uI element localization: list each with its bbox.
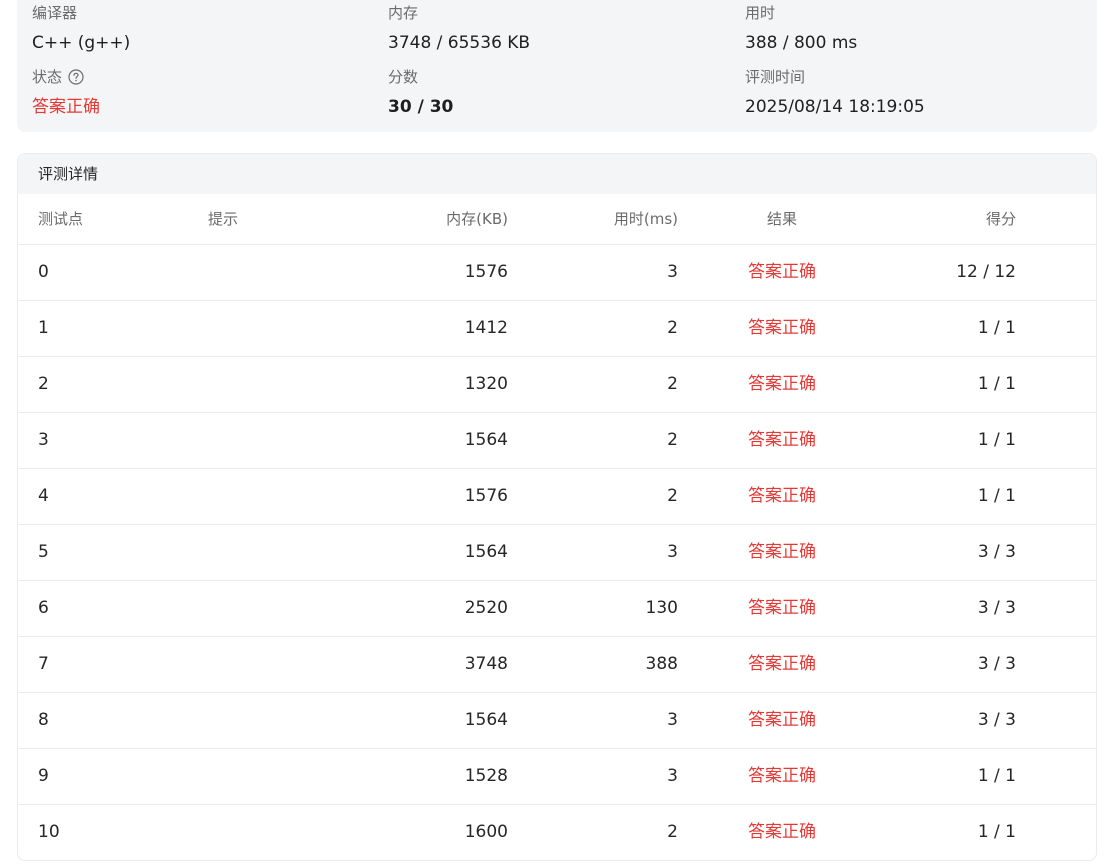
test-case-result: 答案正确: [748, 374, 816, 394]
column-header-score: 得分: [985, 210, 1016, 228]
submission-summary: 编译器 C++ (g++) 内存 3748 / 65536 KB 用时 388 …: [17, 0, 1097, 132]
test-case-id: 0: [38, 262, 49, 282]
score-field: 分数 30 / 30: [388, 67, 453, 119]
test-case-score: 3 / 3: [977, 654, 1016, 674]
score-value: 30 / 30: [388, 97, 454, 117]
test-case-time: 130: [645, 598, 678, 618]
test-case-result: 答案正确: [748, 710, 816, 730]
test-case-id: 3: [38, 430, 49, 450]
test-case-memory: 1600: [464, 822, 508, 842]
test-case-score: 3 / 3: [977, 542, 1016, 562]
table-row: 0 1576 3 答案正确 12 / 12: [18, 245, 1096, 301]
column-header-id: 测试点: [38, 210, 84, 228]
test-case-time: 2: [667, 822, 678, 842]
test-case-id: 5: [38, 542, 49, 562]
status-value: 答案正确: [32, 97, 100, 117]
score-label: 分数: [388, 68, 419, 86]
test-case-memory: 1564: [464, 542, 508, 562]
table-row: 4 1576 2 答案正确 1 / 1: [18, 469, 1096, 525]
test-case-result: 答案正确: [748, 486, 816, 506]
test-case-time: 388: [645, 654, 678, 674]
test-case-memory: 1564: [464, 430, 508, 450]
column-header-result: 结果: [766, 210, 797, 228]
table-row: 3 1564 2 答案正确 1 / 1: [18, 413, 1096, 469]
memory-value: 3748 / 65536 KB: [388, 33, 531, 53]
compiler-label: 编译器: [32, 4, 78, 22]
time-field: 用时 388 / 800 ms: [745, 3, 857, 55]
test-case-memory: 1576: [464, 262, 508, 282]
test-case-score: 3 / 3: [977, 710, 1016, 730]
test-case-memory: 1412: [464, 318, 508, 338]
judge-time-field: 评测时间 2025/08/14 18:19:05: [745, 67, 925, 119]
table-row: 1 1412 2 答案正确 1 / 1: [18, 301, 1096, 357]
test-case-memory: 1576: [464, 486, 508, 506]
test-case-score: 1 / 1: [977, 822, 1016, 842]
test-case-id: 8: [38, 710, 49, 730]
table-row: 10 1600 2 答案正确 1 / 1: [18, 805, 1096, 860]
test-case-id: 4: [38, 486, 49, 506]
test-case-memory: 1564: [464, 710, 508, 730]
table-row: 8 1564 3 答案正确 3 / 3: [18, 693, 1096, 749]
compiler-value: C++ (g++): [32, 33, 131, 53]
test-case-score: 3 / 3: [977, 598, 1016, 618]
status-label-row: 状态: [32, 67, 100, 87]
test-case-memory: 1320: [464, 374, 508, 394]
table-row: 6 2520 130 答案正确 3 / 3: [18, 581, 1096, 637]
test-case-id: 7: [38, 654, 49, 674]
test-case-result: 答案正确: [748, 318, 816, 338]
test-case-result: 答案正确: [748, 542, 816, 562]
table-body: 0 1576 3 答案正确 12 / 12 1 1412 2 答案正确 1 / 1 2 1320 2 答案…: [18, 245, 1096, 860]
column-header-time: 用时(ms): [613, 210, 678, 228]
test-case-id: 6: [38, 598, 49, 618]
test-case-result: 答案正确: [748, 598, 816, 618]
test-case-result: 答案正确: [748, 430, 816, 450]
column-header-hint: 提示: [208, 210, 239, 228]
test-case-result: 答案正确: [748, 766, 816, 786]
test-case-result: 答案正确: [748, 822, 816, 842]
test-case-time: 3: [667, 262, 678, 282]
judge-details-title: 评测详情: [18, 154, 1096, 194]
table-row: 5 1564 3 答案正确 3 / 3: [18, 525, 1096, 581]
judge-time-value: 2025/08/14 18:19:05: [745, 97, 925, 117]
table-row: 2 1320 2 答案正确 1 / 1: [18, 357, 1096, 413]
test-case-id: 2: [38, 374, 49, 394]
test-case-id: 10: [38, 822, 60, 842]
test-case-memory: 1528: [464, 766, 508, 786]
table-header: 测试点 提示 内存(KB) 用时(ms) 结果 得分: [18, 194, 1096, 245]
time-value: 388 / 800 ms: [745, 33, 858, 53]
test-case-time: 3: [667, 542, 678, 562]
test-case-score: 12 / 12: [956, 262, 1016, 282]
status-field: 状态 答案正确: [32, 67, 100, 119]
column-header-memory: 内存(KB): [446, 210, 508, 228]
test-case-time: 2: [667, 374, 678, 394]
compiler-field: 编译器 C++ (g++): [32, 3, 130, 55]
test-case-score: 1 / 1: [977, 486, 1016, 506]
test-case-memory: 3748: [464, 654, 508, 674]
test-case-id: 1: [38, 318, 49, 338]
test-case-id: 9: [38, 766, 49, 786]
test-case-time: 2: [667, 486, 678, 506]
test-case-result: 答案正确: [748, 654, 816, 674]
question-circle-icon[interactable]: [68, 69, 84, 85]
judge-time-label: 评测时间: [745, 68, 806, 86]
test-case-score: 1 / 1: [977, 766, 1016, 786]
test-case-score: 1 / 1: [977, 374, 1016, 394]
memory-label: 内存: [388, 4, 419, 22]
test-case-result: 答案正确: [748, 262, 816, 282]
table-row: 9 1528 3 答案正确 1 / 1: [18, 749, 1096, 805]
test-case-time: 2: [667, 430, 678, 450]
table-row: 7 3748 388 答案正确 3 / 3: [18, 637, 1096, 693]
judge-details-panel: 评测详情 测试点 提示 内存(KB) 用时(ms) 结果 得分 0 1576 3 答案…: [17, 153, 1097, 861]
test-case-time: 2: [667, 318, 678, 338]
test-case-time: 3: [667, 766, 678, 786]
status-label: 状态: [32, 68, 63, 86]
time-label: 用时: [745, 4, 776, 22]
test-case-memory: 2520: [464, 598, 508, 618]
memory-field: 内存 3748 / 65536 KB: [388, 3, 530, 55]
test-case-score: 1 / 1: [977, 318, 1016, 338]
test-case-time: 3: [667, 710, 678, 730]
test-case-score: 1 / 1: [977, 430, 1016, 450]
